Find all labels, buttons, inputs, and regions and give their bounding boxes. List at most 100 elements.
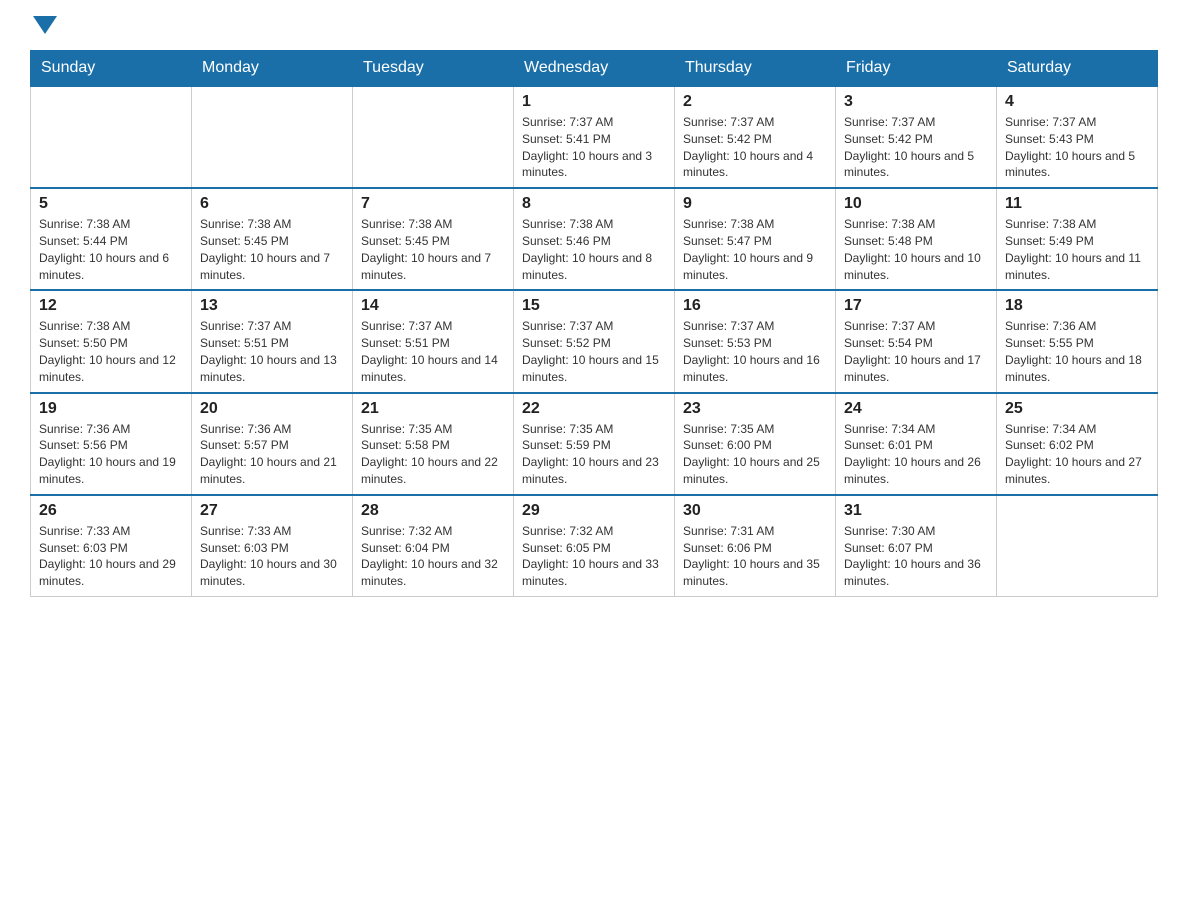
calendar-cell: 19 Sunrise: 7:36 AM Sunset: 5:56 PM Dayli… bbox=[31, 393, 192, 495]
day-number: 18 bbox=[1005, 297, 1149, 315]
day-info: Sunrise: 7:34 AM Sunset: 6:01 PM Dayligh… bbox=[844, 421, 988, 488]
calendar-cell: 16 Sunrise: 7:37 AM Sunset: 5:53 PM Dayli… bbox=[675, 290, 836, 392]
day-info: Sunrise: 7:35 AM Sunset: 6:00 PM Dayligh… bbox=[683, 421, 827, 488]
day-number: 12 bbox=[39, 297, 183, 315]
day-number: 1 bbox=[522, 93, 666, 111]
day-info: Sunrise: 7:33 AM Sunset: 6:03 PM Dayligh… bbox=[200, 523, 344, 590]
day-number: 14 bbox=[361, 297, 505, 315]
day-info: Sunrise: 7:38 AM Sunset: 5:48 PM Dayligh… bbox=[844, 216, 988, 283]
col-header-wednesday: Wednesday bbox=[514, 51, 675, 87]
day-info: Sunrise: 7:32 AM Sunset: 6:05 PM Dayligh… bbox=[522, 523, 666, 590]
day-number: 24 bbox=[844, 400, 988, 418]
day-number: 23 bbox=[683, 400, 827, 418]
calendar-cell: 11Sunrise: 7:38 AM Sunset: 5:49 PM Dayli… bbox=[997, 188, 1158, 290]
calendar-cell: 14Sunrise: 7:37 AM Sunset: 5:51 PM Dayli… bbox=[353, 290, 514, 392]
calendar-cell: 17 Sunrise: 7:37 AM Sunset: 5:54 PM Dayli… bbox=[836, 290, 997, 392]
day-number: 20 bbox=[200, 400, 344, 418]
day-number: 17 bbox=[844, 297, 988, 315]
calendar-cell bbox=[997, 495, 1158, 597]
calendar-cell: 22 Sunrise: 7:35 AM Sunset: 5:59 PM Dayli… bbox=[514, 393, 675, 495]
day-info: Sunrise: 7:37 AM Sunset: 5:51 PM Dayligh… bbox=[200, 318, 344, 385]
calendar-cell: 15 Sunrise: 7:37 AM Sunset: 5:52 PM Dayli… bbox=[514, 290, 675, 392]
day-number: 4 bbox=[1005, 93, 1149, 111]
calendar-cell: 31 Sunrise: 7:30 AM Sunset: 6:07 PM Dayli… bbox=[836, 495, 997, 597]
calendar-cell: 7Sunrise: 7:38 AM Sunset: 5:45 PM Daylig… bbox=[353, 188, 514, 290]
day-info: Sunrise: 7:30 AM Sunset: 6:07 PM Dayligh… bbox=[844, 523, 988, 590]
day-number: 9 bbox=[683, 195, 827, 213]
day-number: 19 bbox=[39, 400, 183, 418]
day-number: 30 bbox=[683, 502, 827, 520]
day-number: 3 bbox=[844, 93, 988, 111]
col-header-monday: Monday bbox=[192, 51, 353, 87]
day-info: Sunrise: 7:36 AM Sunset: 5:55 PM Dayligh… bbox=[1005, 318, 1149, 385]
calendar-cell: 6 Sunrise: 7:38 AM Sunset: 5:45 PM Daylig… bbox=[192, 188, 353, 290]
calendar-cell: 3 Sunrise: 7:37 AM Sunset: 5:42 PM Daylig… bbox=[836, 86, 997, 188]
calendar-cell: 28 Sunrise: 7:32 AM Sunset: 6:04 PM Dayli… bbox=[353, 495, 514, 597]
calendar-cell: 10 Sunrise: 7:38 AM Sunset: 5:48 PM Dayli… bbox=[836, 188, 997, 290]
day-info: Sunrise: 7:37 AM Sunset: 5:54 PM Dayligh… bbox=[844, 318, 988, 385]
day-info: Sunrise: 7:31 AM Sunset: 6:06 PM Dayligh… bbox=[683, 523, 827, 590]
calendar-cell: 2 Sunrise: 7:37 AM Sunset: 5:42 PM Daylig… bbox=[675, 86, 836, 188]
calendar-cell: 12 Sunrise: 7:38 AM Sunset: 5:50 PM Dayli… bbox=[31, 290, 192, 392]
calendar-cell: 8 Sunrise: 7:38 AM Sunset: 5:46 PM Daylig… bbox=[514, 188, 675, 290]
calendar-cell: 4 Sunrise: 7:37 AM Sunset: 5:43 PM Daylig… bbox=[997, 86, 1158, 188]
calendar-table: SundayMondayTuesdayWednesdayThursdayFrid… bbox=[30, 50, 1158, 597]
calendar-cell: 25Sunrise: 7:34 AM Sunset: 6:02 PM Dayli… bbox=[997, 393, 1158, 495]
calendar-cell: 18 Sunrise: 7:36 AM Sunset: 5:55 PM Dayli… bbox=[997, 290, 1158, 392]
day-info: Sunrise: 7:37 AM Sunset: 5:42 PM Dayligh… bbox=[683, 114, 827, 181]
day-number: 22 bbox=[522, 400, 666, 418]
calendar-cell: 24 Sunrise: 7:34 AM Sunset: 6:01 PM Dayli… bbox=[836, 393, 997, 495]
day-number: 2 bbox=[683, 93, 827, 111]
col-header-sunday: Sunday bbox=[31, 51, 192, 87]
calendar-cell: 29Sunrise: 7:32 AM Sunset: 6:05 PM Dayli… bbox=[514, 495, 675, 597]
day-info: Sunrise: 7:38 AM Sunset: 5:50 PM Dayligh… bbox=[39, 318, 183, 385]
day-number: 21 bbox=[361, 400, 505, 418]
day-info: Sunrise: 7:34 AM Sunset: 6:02 PM Dayligh… bbox=[1005, 421, 1149, 488]
day-info: Sunrise: 7:37 AM Sunset: 5:43 PM Dayligh… bbox=[1005, 114, 1149, 181]
day-info: Sunrise: 7:32 AM Sunset: 6:04 PM Dayligh… bbox=[361, 523, 505, 590]
calendar-cell: 21 Sunrise: 7:35 AM Sunset: 5:58 PM Dayli… bbox=[353, 393, 514, 495]
week-row-1: 1 Sunrise: 7:37 AM Sunset: 5:41 PM Daylig… bbox=[31, 86, 1158, 188]
calendar-cell: 1 Sunrise: 7:37 AM Sunset: 5:41 PM Daylig… bbox=[514, 86, 675, 188]
day-info: Sunrise: 7:37 AM Sunset: 5:53 PM Dayligh… bbox=[683, 318, 827, 385]
week-row-2: 5 Sunrise: 7:38 AM Sunset: 5:44 PM Daylig… bbox=[31, 188, 1158, 290]
calendar-cell: 27 Sunrise: 7:33 AM Sunset: 6:03 PM Dayli… bbox=[192, 495, 353, 597]
day-number: 5 bbox=[39, 195, 183, 213]
day-number: 26 bbox=[39, 502, 183, 520]
logo-triangle-icon bbox=[33, 16, 57, 34]
calendar-cell: 23 Sunrise: 7:35 AM Sunset: 6:00 PM Dayli… bbox=[675, 393, 836, 495]
day-number: 8 bbox=[522, 195, 666, 213]
day-number: 28 bbox=[361, 502, 505, 520]
day-number: 11 bbox=[1005, 195, 1149, 213]
page-header bbox=[30, 20, 1158, 30]
col-header-saturday: Saturday bbox=[997, 51, 1158, 87]
day-number: 16 bbox=[683, 297, 827, 315]
day-info: Sunrise: 7:37 AM Sunset: 5:41 PM Dayligh… bbox=[522, 114, 666, 181]
calendar-cell bbox=[31, 86, 192, 188]
day-number: 27 bbox=[200, 502, 344, 520]
col-header-friday: Friday bbox=[836, 51, 997, 87]
day-info: Sunrise: 7:38 AM Sunset: 5:46 PM Dayligh… bbox=[522, 216, 666, 283]
day-info: Sunrise: 7:38 AM Sunset: 5:45 PM Dayligh… bbox=[200, 216, 344, 283]
day-info: Sunrise: 7:37 AM Sunset: 5:42 PM Dayligh… bbox=[844, 114, 988, 181]
day-info: Sunrise: 7:37 AM Sunset: 5:52 PM Dayligh… bbox=[522, 318, 666, 385]
calendar-cell: 13 Sunrise: 7:37 AM Sunset: 5:51 PM Dayli… bbox=[192, 290, 353, 392]
calendar-cell: 5 Sunrise: 7:38 AM Sunset: 5:44 PM Daylig… bbox=[31, 188, 192, 290]
day-info: Sunrise: 7:38 AM Sunset: 5:47 PM Dayligh… bbox=[683, 216, 827, 283]
day-info: Sunrise: 7:35 AM Sunset: 5:59 PM Dayligh… bbox=[522, 421, 666, 488]
day-number: 10 bbox=[844, 195, 988, 213]
day-number: 31 bbox=[844, 502, 988, 520]
week-row-4: 19 Sunrise: 7:36 AM Sunset: 5:56 PM Dayli… bbox=[31, 393, 1158, 495]
day-info: Sunrise: 7:35 AM Sunset: 5:58 PM Dayligh… bbox=[361, 421, 505, 488]
day-number: 13 bbox=[200, 297, 344, 315]
day-info: Sunrise: 7:38 AM Sunset: 5:44 PM Dayligh… bbox=[39, 216, 183, 283]
col-header-tuesday: Tuesday bbox=[353, 51, 514, 87]
day-number: 15 bbox=[522, 297, 666, 315]
day-number: 6 bbox=[200, 195, 344, 213]
calendar-cell bbox=[192, 86, 353, 188]
calendar-cell: 20Sunrise: 7:36 AM Sunset: 5:57 PM Dayli… bbox=[192, 393, 353, 495]
calendar-cell bbox=[353, 86, 514, 188]
logo bbox=[30, 20, 57, 30]
day-info: Sunrise: 7:36 AM Sunset: 5:56 PM Dayligh… bbox=[39, 421, 183, 488]
calendar-header-row: SundayMondayTuesdayWednesdayThursdayFrid… bbox=[31, 51, 1158, 87]
